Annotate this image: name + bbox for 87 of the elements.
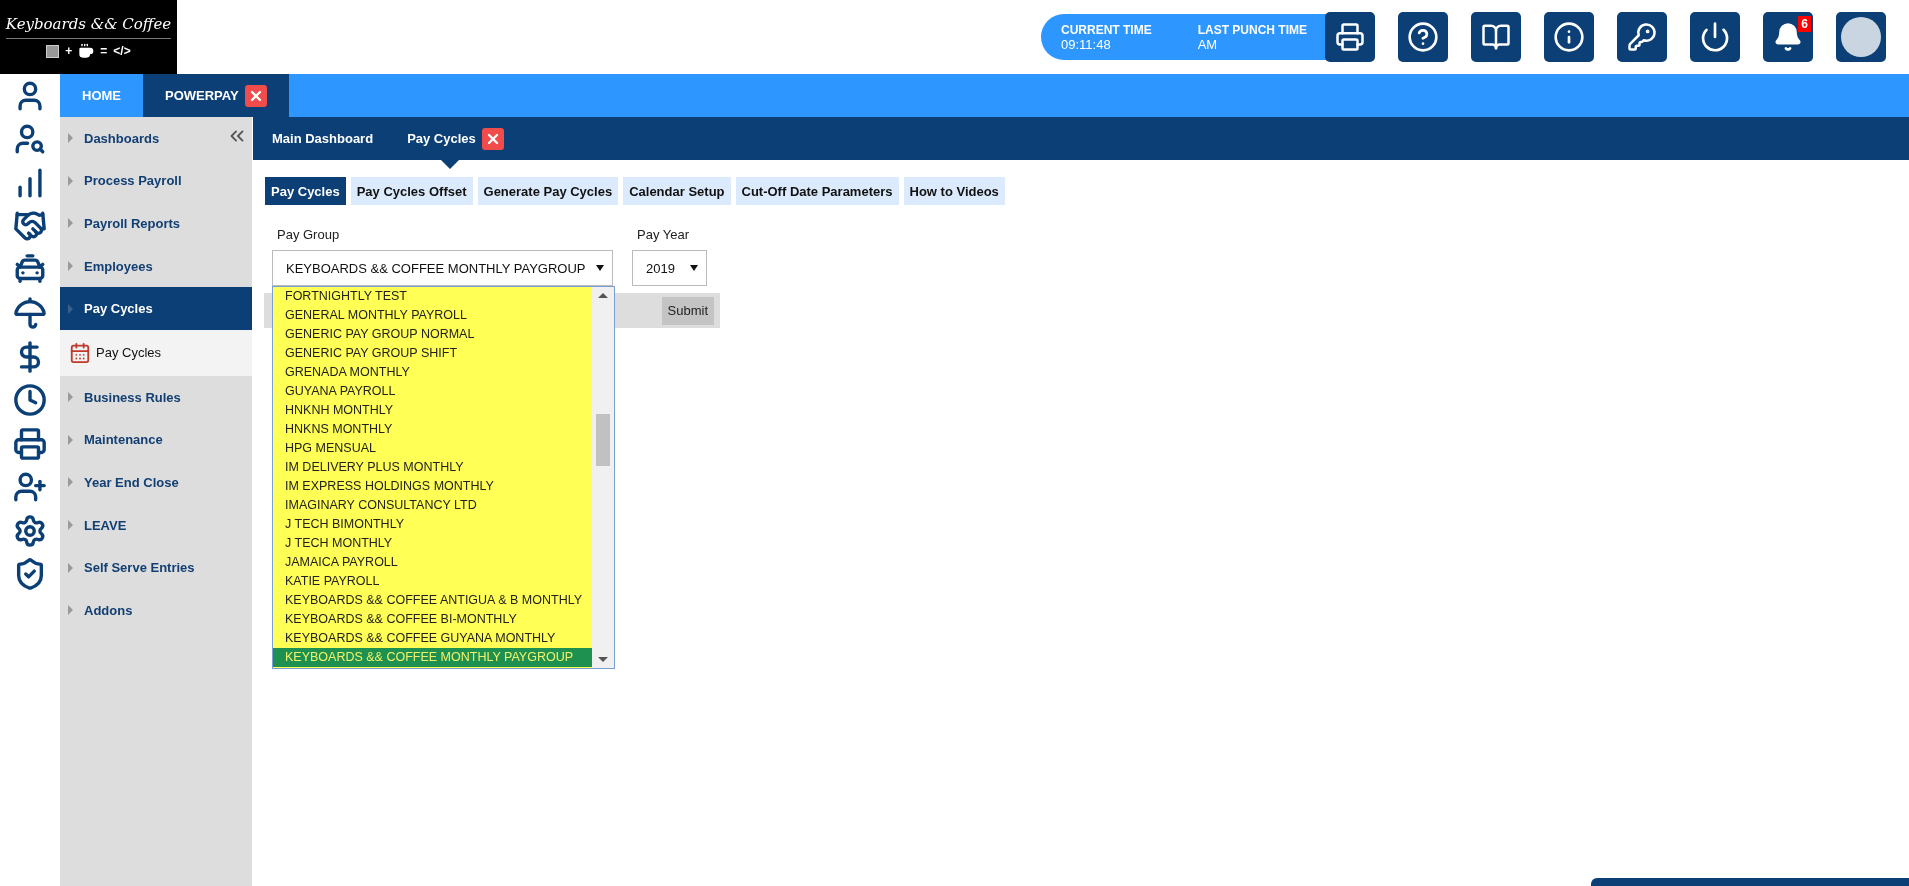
manual-button[interactable] [1471, 12, 1521, 62]
caret-icon [68, 520, 73, 531]
caret-icon [68, 175, 73, 186]
sidebar-item[interactable]: Payroll Reports [60, 202, 252, 245]
help-button[interactable] [1398, 12, 1448, 62]
dropdown-option[interactable]: J TECH MONTHLY [273, 534, 592, 553]
dropdown-option[interactable]: J TECH BIMONTHLY [273, 515, 592, 534]
dropdown-arrow-icon [690, 265, 698, 271]
close-icon[interactable] [244, 84, 267, 107]
sub-tab[interactable]: Generate Pay Cycles [477, 177, 619, 205]
info-icon [1553, 21, 1585, 53]
caret-icon [68, 477, 73, 488]
dropdown-option[interactable]: KEYBOARDS && COFFEE GUYANA MONTHLY [273, 629, 592, 648]
page-tab[interactable]: Main Dashboard [261, 117, 385, 160]
logo-title: Keyboards && Coffee [5, 15, 172, 39]
sidebar-item[interactable]: Addons [60, 588, 252, 632]
cup-icon [78, 43, 95, 59]
sub-tab[interactable]: How to Videos [903, 177, 1005, 205]
dropdown-option[interactable]: HNKNS MONTHLY [273, 420, 592, 439]
notification-badge: 6 [1798, 16, 1811, 32]
dropdown-option[interactable]: JAMAICA PAYROLL [273, 553, 592, 572]
submit-button[interactable]: Submit [661, 296, 714, 325]
dropdown-option[interactable]: HPG MENSUAL [273, 439, 592, 458]
dropdown-arrow-icon [596, 265, 604, 271]
bell-icon [1773, 22, 1803, 52]
sidebar-item[interactable]: Dashboards [60, 117, 252, 160]
profile-button[interactable] [1836, 12, 1886, 62]
pay-year-select[interactable]: 2019 [632, 250, 707, 286]
dropdown-option[interactable]: GENERAL MONTHLY PAYROLL [273, 306, 592, 325]
dropdown-option[interactable]: IM DELIVERY PLUS MONTHLY [273, 458, 592, 477]
subitem-label: Pay Cycles [96, 345, 162, 361]
key-icon [1627, 22, 1657, 52]
field-label: Pay Group [276, 227, 341, 242]
sidebar-item[interactable]: Process Payroll [60, 159, 252, 203]
caret-icon [68, 261, 73, 272]
caret-icon [68, 133, 73, 144]
dropdown-option[interactable]: GENERIC PAY GROUP SHIFT [273, 344, 592, 363]
caret-icon [68, 303, 73, 314]
sidebar-item[interactable]: LEAVE [60, 503, 252, 547]
current-time: 09:11:48 [1061, 36, 1112, 52]
sub-tab[interactable]: Cut-Off Date Parameters [735, 177, 899, 205]
avatar [1841, 17, 1881, 57]
power-icon [1699, 21, 1731, 53]
dropdown-option[interactable]: KATIE PAYROLL [273, 572, 592, 591]
sub-tab[interactable]: Calendar Setup [623, 177, 731, 205]
caret-icon [68, 218, 73, 229]
printer-icon [1335, 22, 1365, 52]
caret-icon [68, 562, 73, 573]
key-icon [46, 44, 60, 58]
sub-tab[interactable]: Pay Cycles [265, 177, 346, 205]
dropdown-option[interactable]: FORTNIGHTLY TEST [273, 287, 592, 306]
help-icon [1407, 21, 1439, 53]
dropdown-option[interactable]: KEYBOARDS && COFFEE ANTIGUA & B MONTHLY [273, 591, 592, 610]
caret-icon [68, 605, 73, 616]
calendar-icon [69, 341, 91, 364]
current-time-label: CURRENT TIME [1061, 22, 1153, 37]
dropdown-option[interactable]: KEYBOARDS && COFFEE BI-MONTHLY [273, 610, 592, 629]
dropdown-option[interactable]: GENERIC PAY GROUP NORMAL [273, 325, 592, 344]
power-button[interactable] [1690, 12, 1740, 62]
info-button[interactable] [1544, 12, 1594, 62]
notifications-button[interactable]: 6 [1763, 12, 1813, 62]
book-icon [1481, 22, 1511, 52]
equals-sign: = [100, 44, 108, 58]
caret-icon [68, 392, 73, 403]
sidebar-item[interactable]: Year End Close [60, 461, 252, 504]
punch-clock-button[interactable] [1325, 12, 1375, 62]
close-icon[interactable] [481, 127, 504, 150]
sidebar-item[interactable]: Self Serve Entries [60, 546, 252, 589]
dropdown-option[interactable]: HNKNH MONTHLY [273, 401, 592, 420]
sidebar-item[interactable]: Employees [60, 244, 252, 288]
sidebar-item[interactable]: Business Rules [60, 375, 252, 419]
sidebar-item[interactable]: Maintenance [60, 418, 252, 462]
scrollbar[interactable] [592, 287, 614, 668]
plus-sign: + [65, 44, 73, 58]
sub-tab[interactable]: Pay Cycles Offset [350, 177, 473, 205]
code-sign: </> [113, 44, 131, 58]
caret-icon [68, 434, 73, 445]
sidebar-subitem[interactable]: Pay Cycles [60, 329, 252, 376]
last-punch-label: LAST PUNCH TIME [1197, 22, 1308, 37]
field-label: Pay Year [636, 227, 691, 242]
dropdown-option[interactable]: IMAGINARY CONSULTANCY LTD [273, 496, 592, 515]
dropdown-option[interactable]: GUYANA PAYROLL [273, 382, 592, 401]
sidebar-item[interactable]: Pay Cycles [60, 287, 252, 330]
dropdown-option[interactable]: GRENADA MONTHLY [273, 363, 592, 382]
password-button[interactable] [1617, 12, 1667, 62]
last-punch-time: AM [1197, 36, 1219, 52]
dropdown-option[interactable]: IM EXPRESS HOLDINGS MONTHLY [273, 477, 592, 496]
